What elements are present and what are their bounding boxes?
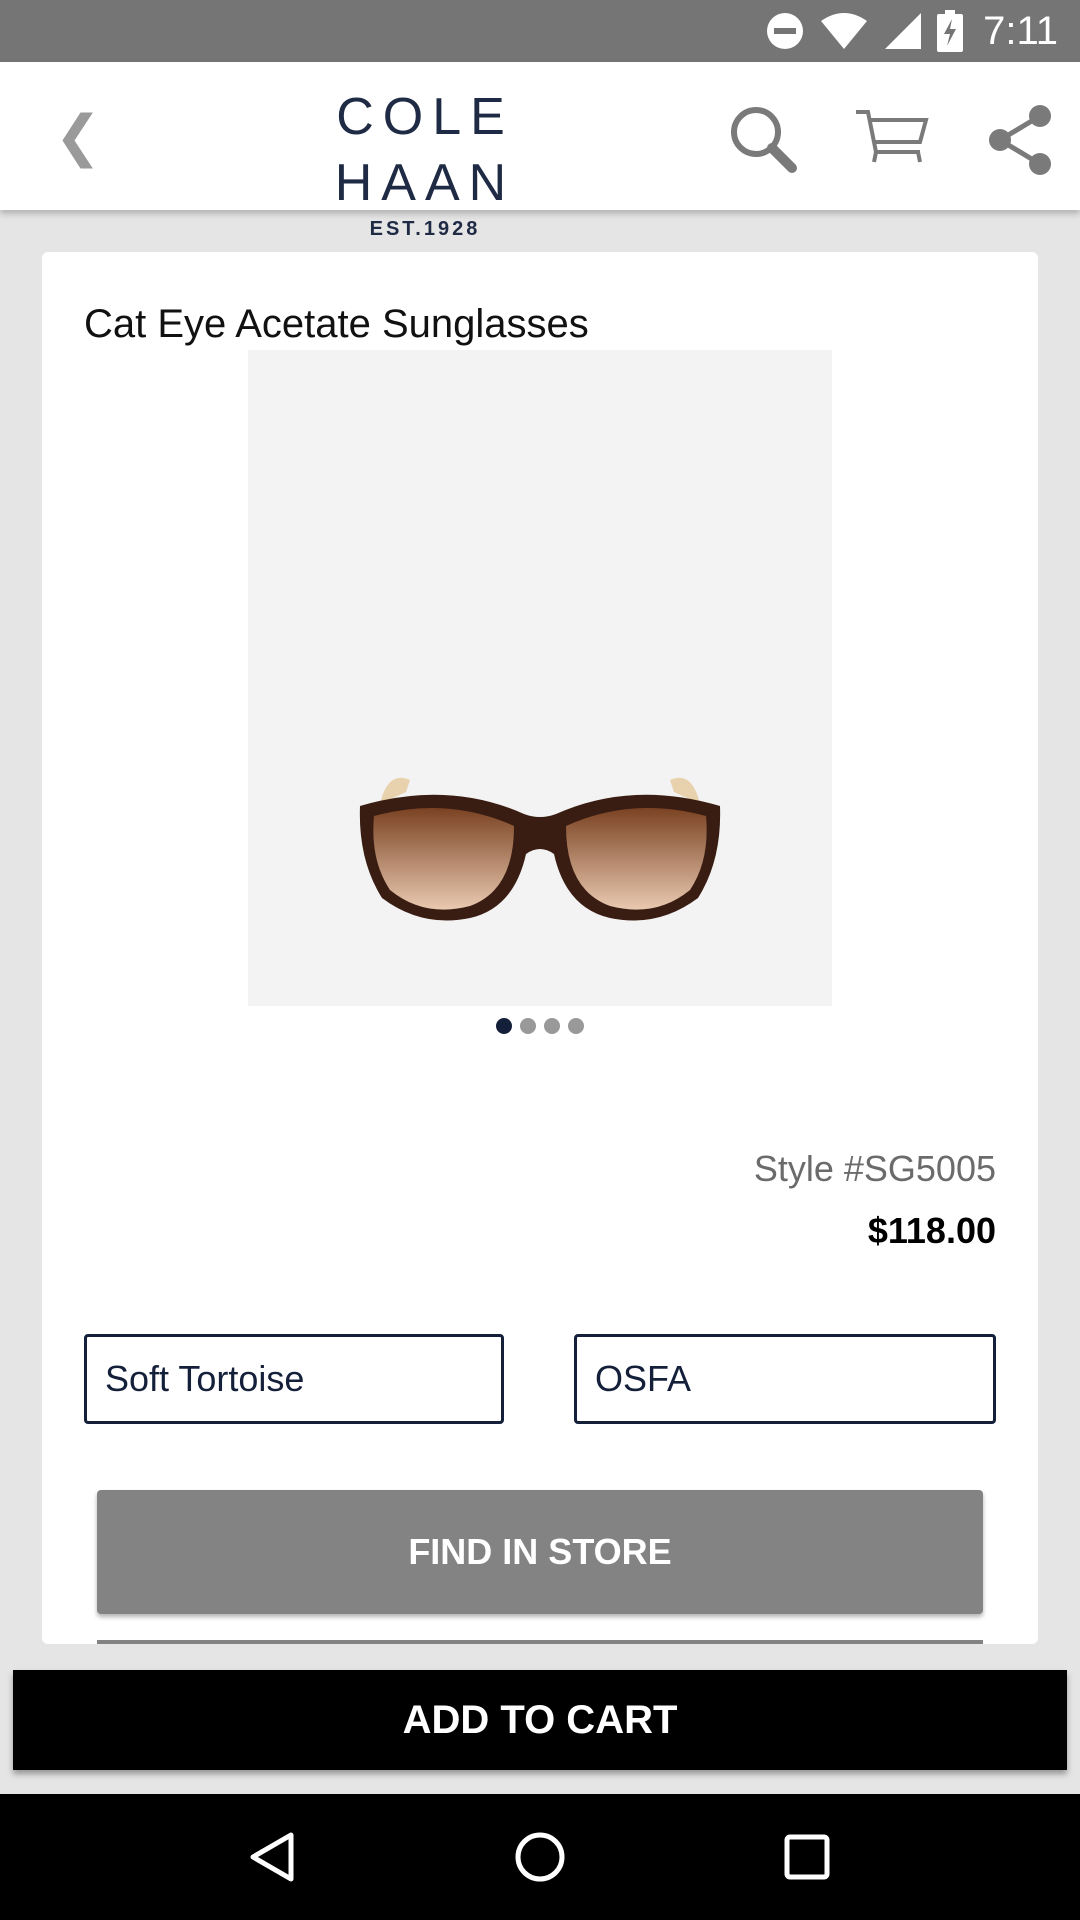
add-to-cart-label: ADD TO CART [402, 1697, 678, 1742]
carousel-indicator [42, 1018, 1038, 1034]
share-button[interactable] [980, 100, 1060, 180]
style-number: Style #SG5005 [753, 1148, 996, 1189]
wifi-icon [821, 13, 868, 49]
battery-charging-icon [937, 10, 964, 52]
signal-icon [885, 13, 922, 49]
carousel-dot-1[interactable] [496, 1018, 512, 1034]
find-in-store-button[interactable]: FIND IN STORE [97, 1490, 983, 1614]
search-icon [731, 107, 797, 173]
status-bar: 7:11 [0, 0, 1080, 62]
add-to-cart-button[interactable]: ADD TO CART [13, 1670, 1067, 1770]
back-button[interactable]: ❮ [48, 96, 108, 176]
home-circle-icon[interactable] [510, 1827, 570, 1887]
carousel-dot-3[interactable] [544, 1018, 560, 1034]
system-nav-bar [0, 1794, 1080, 1920]
carousel-dot-2[interactable] [520, 1018, 536, 1034]
chevron-left-icon: ❮ [54, 103, 102, 169]
next-button-edge [97, 1640, 983, 1644]
color-select-value: Soft Tortoise [105, 1358, 305, 1399]
product-card: Cat Eye Acetate Sunglasses Style #SG5005 [42, 252, 1038, 1644]
back-triangle-icon[interactable] [243, 1827, 303, 1887]
brand-name: COLE HAAN [334, 88, 516, 212]
cart-icon [856, 110, 929, 163]
product-price: $118.00 [867, 1210, 996, 1251]
find-in-store-label: FIND IN STORE [408, 1531, 672, 1572]
size-select-value: OSFA [595, 1358, 692, 1399]
app-header: ❮ COLE HAAN EST.1928 [0, 62, 1080, 240]
carousel-dot-4[interactable] [568, 1018, 584, 1034]
brand-logo[interactable]: COLE HAAN EST.1928 [240, 84, 610, 241]
recents-square-icon[interactable] [777, 1827, 837, 1887]
cart-button[interactable] [852, 100, 932, 180]
share-icon [989, 105, 1051, 175]
product-title: Cat Eye Acetate Sunglasses [84, 302, 589, 346]
product-image-carousel[interactable] [248, 350, 832, 1006]
size-select[interactable]: OSFA [574, 1334, 996, 1424]
sunglasses-image [359, 777, 721, 921]
do-not-disturb-icon [767, 13, 804, 49]
brand-sub: EST.1928 [369, 218, 481, 240]
color-select[interactable]: Soft Tortoise [84, 1334, 504, 1424]
search-button[interactable] [724, 100, 804, 180]
status-time: 7:11 [983, 8, 1058, 53]
